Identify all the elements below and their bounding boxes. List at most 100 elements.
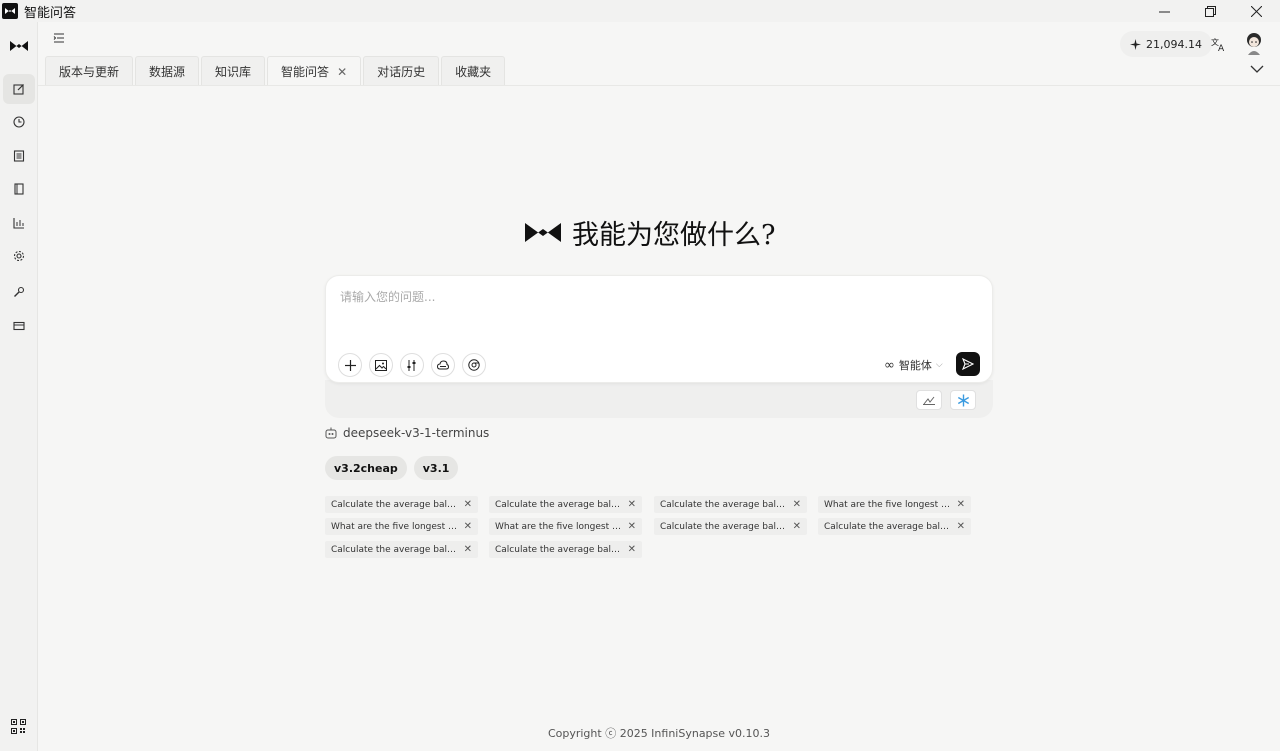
list-icon bbox=[13, 150, 25, 162]
brand-logo-icon[interactable] bbox=[9, 39, 29, 53]
avatar[interactable] bbox=[1242, 31, 1266, 57]
sidebar-item-settings[interactable] bbox=[3, 241, 35, 271]
model-chip[interactable]: v3.2cheap bbox=[325, 456, 407, 480]
tab-label: 对话历史 bbox=[377, 65, 426, 79]
tab-label: 收藏夹 bbox=[455, 65, 492, 79]
chart-icon bbox=[13, 218, 24, 229]
browser-button[interactable] bbox=[462, 353, 486, 377]
line-chart-icon bbox=[923, 396, 935, 405]
close-icon[interactable]: ✕ bbox=[793, 521, 801, 532]
close-icon[interactable]: ✕ bbox=[957, 521, 965, 532]
history-tag[interactable]: What are the five longest typ...✕ bbox=[325, 518, 478, 535]
close-icon[interactable]: ✕ bbox=[957, 499, 965, 510]
robot-icon bbox=[325, 427, 337, 439]
tab-label: 数据源 bbox=[149, 65, 186, 79]
infinity-icon: ∞ bbox=[884, 357, 895, 373]
svg-text:A: A bbox=[1218, 44, 1225, 52]
card-icon bbox=[13, 321, 25, 331]
sidebar-item-database[interactable] bbox=[3, 141, 35, 171]
edit-icon bbox=[13, 84, 24, 95]
title-bar: 智能问答 bbox=[0, 0, 1280, 22]
window-title: 智能问答 bbox=[24, 5, 77, 21]
close-icon[interactable]: ✕ bbox=[793, 499, 801, 510]
gear-icon bbox=[13, 250, 25, 262]
book-icon bbox=[14, 183, 24, 195]
sidebar-item-tools[interactable] bbox=[3, 277, 35, 307]
app-logo-icon bbox=[2, 3, 18, 19]
translate-icon[interactable]: 文 A bbox=[1211, 36, 1227, 52]
hero: 我能为您做什么? bbox=[524, 214, 776, 251]
score-badge[interactable]: 21,094.14 bbox=[1120, 31, 1212, 57]
cloud-icon bbox=[437, 359, 449, 369]
sidebar-item-history[interactable] bbox=[3, 107, 35, 137]
clock-icon bbox=[13, 116, 25, 128]
minimize-icon[interactable] bbox=[1141, 0, 1187, 22]
snowflake-icon bbox=[957, 394, 969, 406]
history-tag[interactable]: What are the five longest typ...✕ bbox=[489, 518, 642, 535]
score-value: 21,094.14 bbox=[1146, 37, 1202, 51]
question-input-card: ∞ 智能体 ⌵ bbox=[325, 275, 993, 383]
tab-smart-qa[interactable]: 智能问答 ✕ bbox=[267, 56, 362, 86]
brand-logo-icon bbox=[525, 223, 561, 242]
model-indicator[interactable]: deepseek-v3-1-terminus bbox=[325, 426, 489, 440]
hero-title: 我能为您做什么? bbox=[572, 219, 776, 251]
tab-knowledge-base[interactable]: 知识库 bbox=[201, 56, 266, 86]
menu-toggle-icon[interactable] bbox=[52, 31, 66, 45]
history-tag[interactable]: Calculate the average balance...✕ bbox=[818, 518, 971, 535]
tab-close-icon[interactable]: ✕ bbox=[337, 65, 347, 79]
question-input[interactable] bbox=[340, 288, 970, 338]
tab-label: 智能问答 bbox=[281, 65, 330, 79]
close-icon[interactable]: ✕ bbox=[464, 544, 472, 555]
tab-label: 版本与更新 bbox=[59, 65, 120, 79]
tab-bar: 版本与更新 数据源 知识库 智能问答 ✕ 对话历史 收藏夹 bbox=[45, 56, 507, 86]
restore-icon[interactable] bbox=[1187, 0, 1233, 22]
model-chip-group: v3.2cheap v3.1 bbox=[325, 456, 465, 480]
tab-version-updates[interactable]: 版本与更新 bbox=[45, 56, 134, 86]
history-tag[interactable]: Calculate the average balance...✕ bbox=[489, 496, 642, 513]
model-name: deepseek-v3-1-terminus bbox=[343, 426, 490, 440]
sidebar-item-new-chat[interactable] bbox=[3, 74, 35, 104]
wrench-icon bbox=[14, 286, 25, 297]
web-search-button[interactable] bbox=[431, 353, 455, 377]
sidebar-item-billing[interactable] bbox=[3, 311, 35, 341]
history-tag[interactable]: Calculate the average balance...✕ bbox=[489, 541, 642, 558]
tab-divider bbox=[38, 85, 1280, 86]
tab-chat-history[interactable]: 对话历史 bbox=[363, 56, 440, 86]
sliders-icon bbox=[407, 359, 416, 371]
sidebar-item-knowledge[interactable] bbox=[3, 174, 35, 204]
input-sub-bar bbox=[325, 380, 993, 418]
send-button[interactable] bbox=[956, 352, 980, 376]
close-icon[interactable] bbox=[1233, 0, 1279, 22]
sidebar-item-analytics[interactable] bbox=[3, 208, 35, 238]
close-icon[interactable]: ✕ bbox=[628, 521, 636, 532]
sidebar bbox=[0, 22, 38, 751]
chart-toggle-button[interactable] bbox=[916, 390, 942, 410]
plus-icon bbox=[344, 359, 356, 371]
history-tag[interactable]: Calculate the average balance...✕ bbox=[654, 518, 807, 535]
snowflake-toggle-button[interactable] bbox=[950, 390, 976, 410]
close-icon[interactable]: ✕ bbox=[464, 499, 472, 510]
agent-label: 智能体 bbox=[898, 359, 932, 372]
close-icon[interactable]: ✕ bbox=[628, 544, 636, 555]
tab-favorites[interactable]: 收藏夹 bbox=[441, 56, 506, 86]
add-button[interactable] bbox=[338, 353, 362, 377]
tab-label: 知识库 bbox=[215, 65, 252, 79]
history-tag[interactable]: Calculate the average balance...✕ bbox=[325, 541, 478, 558]
model-chip[interactable]: v3.1 bbox=[413, 456, 459, 480]
image-icon bbox=[375, 359, 387, 371]
close-icon[interactable]: ✕ bbox=[628, 499, 636, 510]
tab-data-sources[interactable]: 数据源 bbox=[135, 56, 200, 86]
history-tag[interactable]: Calculate the average balance...✕ bbox=[654, 496, 807, 513]
send-icon bbox=[962, 358, 974, 370]
close-icon[interactable]: ✕ bbox=[464, 521, 472, 532]
chrome-icon bbox=[468, 359, 480, 371]
history-tag[interactable]: What are the five longest typ...✕ bbox=[818, 496, 971, 513]
chevron-down-icon: ⌵ bbox=[935, 360, 943, 370]
agent-select[interactable]: ∞ 智能体 ⌵ bbox=[884, 357, 943, 373]
sparkle-icon bbox=[1130, 38, 1141, 50]
history-tag[interactable]: Calculate the average balance...✕ bbox=[325, 496, 478, 513]
sources-button[interactable] bbox=[400, 353, 424, 377]
copyright-footer: Copyright ⓒ 2025 InfiniSynapse v0.10.3 bbox=[547, 727, 771, 740]
chevron-down-icon[interactable] bbox=[1250, 63, 1264, 75]
image-upload-button[interactable] bbox=[369, 353, 393, 377]
